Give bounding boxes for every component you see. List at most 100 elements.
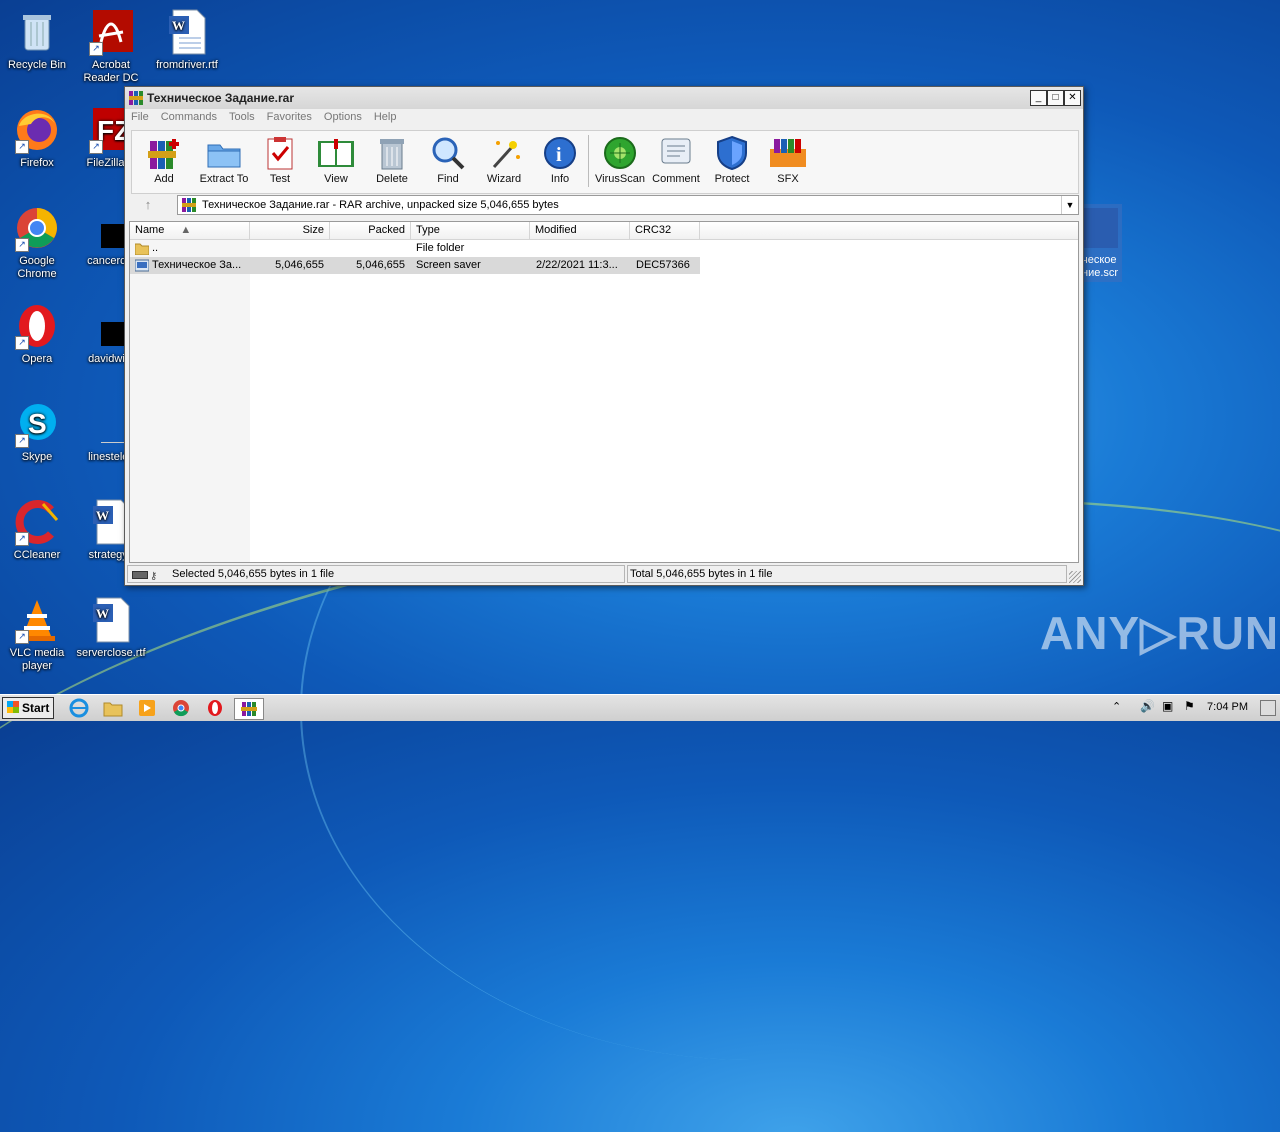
desktop-icon-screensaver[interactable]: ческое ние.scr — [1080, 204, 1122, 282]
menu-file[interactable]: File — [125, 109, 155, 125]
cell-size: 5,046,655 — [275, 259, 324, 271]
winrar-window[interactable]: Техническое Задание.rar _ □ ✕ File Comman… — [124, 86, 1084, 586]
recycle-bin-icon — [13, 8, 61, 56]
wizard-label: Wizard — [486, 173, 522, 185]
chevron-down-icon[interactable]: ▼ — [1061, 196, 1078, 214]
menu-favorites[interactable]: Favorites — [261, 109, 318, 125]
icon-label: Opera — [21, 353, 53, 365]
column-header-name[interactable]: Name ▲ — [130, 222, 250, 239]
desktop-icon-vlc[interactable]: ↗ VLC media player — [0, 596, 74, 673]
header-label: Modified — [535, 224, 577, 236]
desktop-icon-fromdriver[interactable]: W fromdriver.rtf — [150, 8, 224, 72]
info-label: Info — [550, 173, 570, 185]
action-center-flag-icon[interactable]: ⚑ — [1184, 699, 1195, 713]
archive-path-text: Техническое Задание.rar - RAR archive, u… — [202, 199, 559, 211]
comment-button[interactable]: Comment — [648, 135, 704, 185]
system-tray: ⌃ 🔊 ▣ ⚑ 7:04 PM — [1100, 695, 1280, 721]
shortcut-arrow-icon: ↗ — [15, 238, 29, 252]
column-header-crc32[interactable]: CRC32 — [630, 222, 700, 239]
add-button[interactable]: Add — [136, 135, 192, 185]
virusscan-button[interactable]: VirusScan — [592, 135, 648, 185]
comment-icon — [661, 138, 691, 164]
status-bar: ⚷ Selected 5,046,655 bytes in 1 file Tot… — [127, 565, 1081, 583]
desktop-icon-recycle-bin[interactable]: Recycle Bin — [0, 8, 74, 72]
shortcut-arrow-icon: ↗ — [89, 140, 103, 154]
cell-name: Техническое За... — [152, 259, 242, 271]
desktop-icon-acrobat[interactable]: ↗ Acrobat Reader DC — [74, 8, 148, 85]
virus-scan-icon — [604, 137, 636, 169]
icon-label: Skype — [21, 451, 53, 463]
taskbar-media-player-icon[interactable] — [136, 698, 158, 718]
table-row[interactable]: Техническое За... 5,046,655 5,046,655 Sc… — [130, 257, 700, 274]
desktop-icon-chrome[interactable]: ↗ Google Chrome — [0, 204, 74, 281]
menu-commands[interactable]: Commands — [155, 109, 223, 125]
header-label: Name — [135, 224, 165, 236]
icon-label: fromdriver.rtf — [156, 59, 218, 71]
extract-to-button[interactable]: Extract To — [196, 135, 252, 185]
desktop-icon-firefox[interactable]: ↗ Firefox — [0, 106, 74, 170]
svg-text:S: S — [28, 408, 47, 439]
title-bar[interactable]: Техническое Задание.rar _ □ ✕ — [125, 87, 1083, 110]
menu-options[interactable]: Options — [318, 109, 368, 125]
sort-ascending-icon: ▲ — [180, 224, 192, 236]
folder-up-icon — [135, 243, 149, 255]
taskbar-chrome-icon[interactable] — [170, 698, 192, 718]
skype-icon: S ↗ — [13, 400, 61, 448]
menu-help[interactable]: Help — [368, 109, 403, 125]
find-button[interactable]: Find — [420, 135, 476, 185]
svg-text:W: W — [96, 606, 109, 621]
test-button[interactable]: Test — [252, 135, 308, 185]
sfx-button[interactable]: SFX — [760, 135, 816, 185]
icon-label: Google Chrome — [17, 255, 57, 280]
screensaver-file-icon — [1084, 208, 1118, 248]
up-one-level-button[interactable]: ↑ — [131, 195, 165, 215]
sfx-label: SFX — [777, 173, 799, 185]
sfx-archive-icon — [770, 139, 806, 167]
desktop-icon-serverclose[interactable]: W serverclose.rtf — [74, 596, 148, 660]
test-label: Test — [269, 173, 291, 185]
volume-icon[interactable]: 🔊 — [1140, 699, 1155, 713]
icon-label: ческое ние.scr — [1082, 254, 1119, 279]
delete-button[interactable]: Delete — [364, 135, 420, 185]
resize-grip[interactable] — [1069, 571, 1081, 583]
icon-label: Acrobat Reader DC — [83, 59, 139, 84]
trash-icon — [380, 139, 404, 170]
show-desktop-button[interactable] — [1260, 700, 1276, 716]
status-total: Total 5,046,655 bytes in 1 file — [627, 565, 1067, 583]
winrar-app-icon — [129, 91, 143, 105]
status-left-text: Selected 5,046,655 bytes in 1 file — [172, 568, 335, 580]
column-header-modified[interactable]: Modified — [530, 222, 630, 239]
table-row[interactable]: .. File folder — [130, 240, 700, 257]
icon-label: Firefox — [20, 157, 54, 169]
taskbar-opera-icon[interactable] — [204, 698, 226, 718]
close-button[interactable]: ✕ — [1064, 90, 1081, 106]
protect-button[interactable]: Protect — [704, 135, 760, 185]
desktop-icon-skype[interactable]: S ↗ Skype — [0, 400, 74, 464]
column-header-packed[interactable]: Packed — [330, 222, 411, 239]
cell-type: File folder — [416, 242, 465, 254]
cell-modified: 2/22/2021 11:3... — [536, 259, 618, 271]
view-button[interactable]: View — [308, 135, 364, 185]
toolbar: Add Extract To Test View Delete Find Wiz… — [131, 130, 1079, 194]
taskbar-winrar-icon[interactable] — [234, 698, 264, 720]
start-button[interactable]: Start — [2, 697, 54, 719]
network-icon[interactable]: ▣ — [1162, 699, 1173, 713]
desktop-icon-ccleaner[interactable]: ↗ CCleaner — [0, 498, 74, 562]
info-button[interactable]: i Info — [532, 135, 588, 185]
column-header-type[interactable]: Type — [411, 222, 530, 239]
wizard-button[interactable]: Wizard — [476, 135, 532, 185]
minimize-button[interactable]: _ — [1030, 90, 1047, 106]
menu-tools[interactable]: Tools — [223, 109, 261, 125]
maximize-button[interactable]: □ — [1047, 90, 1064, 106]
file-list[interactable]: Name ▲ Size Packed Type Modified CRC32 ..… — [129, 221, 1079, 563]
drive-icon — [132, 571, 148, 579]
taskbar-explorer-icon[interactable] — [102, 698, 124, 718]
clock[interactable]: 7:04 PM — [1207, 701, 1248, 713]
show-hidden-icons-icon[interactable]: ⌃ — [1112, 700, 1121, 713]
taskbar-ie-icon[interactable] — [68, 698, 90, 718]
shortcut-arrow-icon: ↗ — [15, 630, 29, 644]
desktop-icon-opera[interactable]: ↗ Opera — [0, 302, 74, 366]
archive-path-combobox[interactable]: Техническое Задание.rar - RAR archive, u… — [177, 195, 1079, 215]
column-header-size[interactable]: Size — [250, 222, 330, 239]
virusscan-label: VirusScan — [595, 173, 645, 185]
